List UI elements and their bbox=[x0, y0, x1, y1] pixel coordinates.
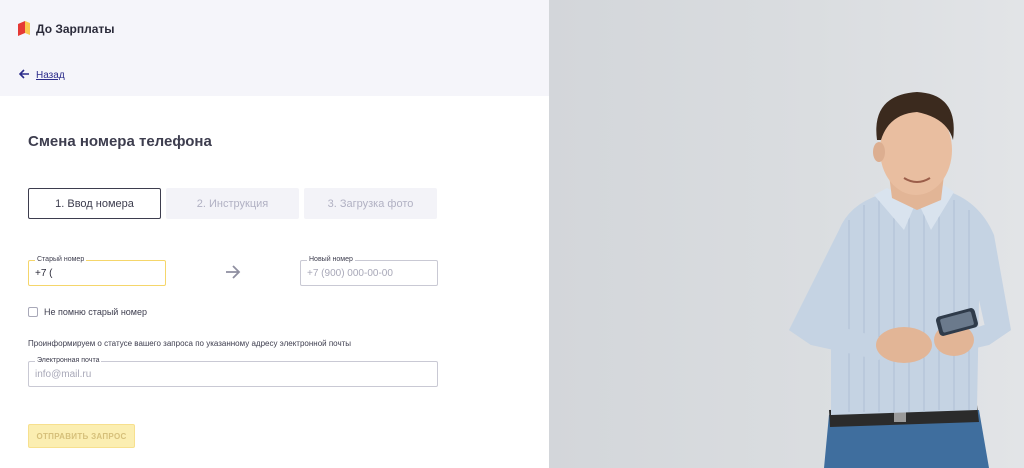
man-with-phone-illustration bbox=[789, 92, 1011, 468]
arrow-left-icon bbox=[18, 66, 30, 84]
old-number-field[interactable]: Старый номер +7 ( bbox=[28, 255, 166, 286]
email-field[interactable]: Электронная почта info@mail.ru bbox=[28, 356, 438, 387]
old-number-value[interactable]: +7 ( bbox=[35, 268, 53, 279]
old-number-label: Старый номер bbox=[35, 255, 87, 265]
brand-name: До Зарплаты bbox=[36, 21, 115, 36]
email-info-text: Проинформируем о статусе вашего запроса … bbox=[28, 339, 352, 348]
form-panel: До Зарплаты Назад Смена номера телефона … bbox=[0, 0, 549, 468]
logo-icon bbox=[18, 21, 30, 36]
top-bar: До Зарплаты Назад bbox=[0, 0, 549, 96]
email-placeholder[interactable]: info@mail.ru bbox=[35, 369, 91, 380]
back-link-label[interactable]: Назад bbox=[36, 70, 65, 81]
step-upload-photo[interactable]: 3. Загрузка фото bbox=[304, 188, 437, 219]
page-title: Смена номера телефона bbox=[28, 133, 212, 150]
email-label: Электронная почта bbox=[35, 356, 102, 366]
forgot-number-label[interactable]: Не помню старый номер bbox=[44, 307, 147, 317]
hero-image bbox=[549, 0, 1024, 468]
new-number-field[interactable]: Новый номер +7 (900) 000-00-00 bbox=[300, 255, 438, 286]
submit-button[interactable]: Отправить запрос bbox=[28, 424, 135, 448]
back-link[interactable]: Назад bbox=[18, 66, 65, 84]
step-enter-number[interactable]: 1. Ввод номера bbox=[28, 188, 161, 219]
forgot-number-checkbox[interactable] bbox=[28, 307, 38, 317]
forgot-number-row[interactable]: Не помню старый номер bbox=[28, 307, 147, 317]
steps-bar: 1. Ввод номера 2. Инструкция 3. Загрузка… bbox=[28, 188, 437, 219]
new-number-label: Новый номер bbox=[307, 255, 355, 265]
arrow-right-icon bbox=[225, 265, 241, 284]
step-instruction[interactable]: 2. Инструкция bbox=[166, 188, 299, 219]
new-number-placeholder[interactable]: +7 (900) 000-00-00 bbox=[307, 268, 393, 279]
brand-logo[interactable]: До Зарплаты bbox=[18, 21, 115, 36]
